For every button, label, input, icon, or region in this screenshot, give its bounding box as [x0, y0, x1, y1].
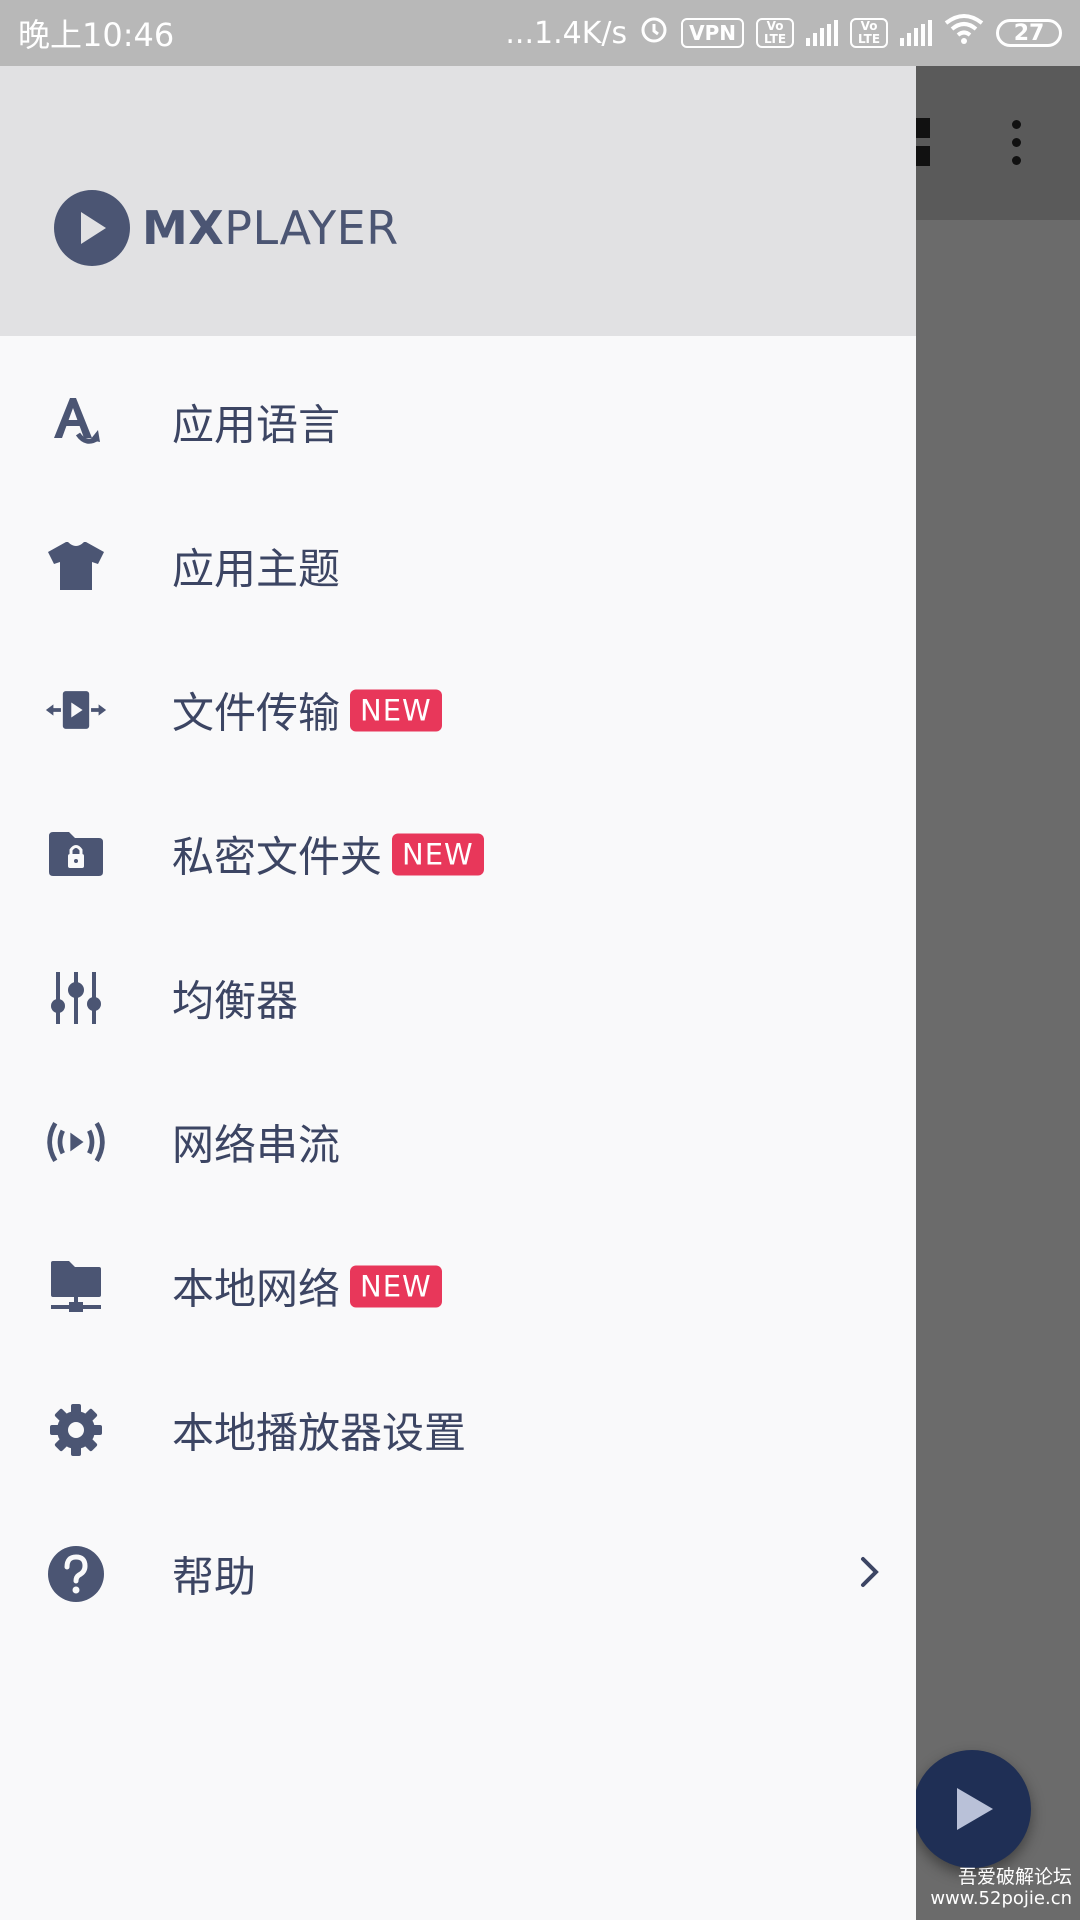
menu-item-private-folder[interactable]: 私密文件夹 NEW: [0, 782, 916, 926]
gear-icon: [44, 1402, 108, 1458]
status-indicators: ...1.4K/s VPN Vo LTE Vo LTE 27: [505, 13, 1062, 53]
menu-label: 应用主题: [172, 544, 341, 594]
background-app-bar: [916, 66, 1080, 220]
new-badge: NEW: [350, 1265, 442, 1307]
tshirt-icon: [44, 538, 108, 594]
menu-label: 本地播放器设置: [172, 1408, 467, 1458]
logo-play-icon: [54, 190, 130, 266]
watermark-title: 吾爱破解论坛: [957, 1866, 1072, 1888]
chevron-right-icon: [858, 1554, 882, 1594]
menu-item-app-language[interactable]: 应用语言: [0, 350, 916, 494]
menu-item-equalizer[interactable]: 均衡器: [0, 926, 916, 1070]
play-fab-button[interactable]: [913, 1750, 1031, 1868]
menu-item-file-transfer[interactable]: 文件传输 NEW: [0, 638, 916, 782]
logo-wordmark: MXPLAYER: [142, 201, 399, 255]
menu-item-app-theme[interactable]: 应用主题: [0, 494, 916, 638]
wifi-icon: [944, 13, 984, 53]
mx-player-logo: MXPLAYER: [54, 190, 399, 266]
play-icon: [957, 1788, 993, 1830]
help-icon: [44, 1546, 108, 1602]
signal-icon-1: [806, 20, 838, 46]
menu-label: 私密文件夹 NEW: [172, 824, 484, 885]
status-time: 晚上10:46: [18, 16, 175, 54]
menu-label: 帮助: [172, 1552, 257, 1602]
drawer-header: MXPLAYER: [0, 66, 916, 336]
more-options-icon: [1010, 118, 1022, 166]
menu-item-help[interactable]: 帮助: [0, 1502, 916, 1646]
navigation-drawer: MXPLAYER 应用语言 应用主题 文件传输 NEW 私密文件夹 NEW 均衡…: [0, 66, 916, 1920]
menu-label: 文件传输 NEW: [172, 680, 442, 741]
new-badge: NEW: [350, 689, 442, 731]
watermark-url: www.52pojie.cn: [930, 1888, 1072, 1909]
alarm-icon: [639, 14, 669, 52]
lock-folder-icon: [44, 826, 108, 882]
drawer-menu: 应用语言 应用主题 文件传输 NEW 私密文件夹 NEW 均衡器 网络串流 本地…: [0, 350, 916, 1646]
menu-item-local-player-settings[interactable]: 本地播放器设置: [0, 1358, 916, 1502]
menu-label: 应用语言: [172, 400, 341, 450]
network-speed: ...1.4K/s: [505, 15, 628, 51]
vpn-badge: VPN: [681, 18, 744, 48]
battery-indicator: 27: [996, 19, 1062, 47]
new-badge: NEW: [392, 833, 484, 875]
watermark: 吾爱破解论坛 www.52pojie.cn: [930, 1866, 1072, 1910]
local-network-icon: [44, 1258, 108, 1314]
menu-label: 均衡器: [172, 976, 299, 1026]
equalizer-icon: [44, 970, 108, 1026]
status-bar: 晚上10:46 ...1.4K/s VPN Vo LTE Vo LTE 27: [0, 0, 1080, 66]
volte-badge-2: Vo LTE: [850, 18, 888, 48]
translate-icon: [44, 394, 108, 450]
volte-badge-1: Vo LTE: [756, 18, 794, 48]
file-transfer-icon: [44, 682, 108, 738]
menu-item-local-network[interactable]: 本地网络 NEW: [0, 1214, 916, 1358]
menu-label: 网络串流: [172, 1120, 341, 1170]
signal-icon-2: [900, 20, 932, 46]
stream-icon: [44, 1114, 108, 1170]
menu-label: 本地网络 NEW: [172, 1256, 442, 1317]
menu-item-network-stream[interactable]: 网络串流: [0, 1070, 916, 1214]
